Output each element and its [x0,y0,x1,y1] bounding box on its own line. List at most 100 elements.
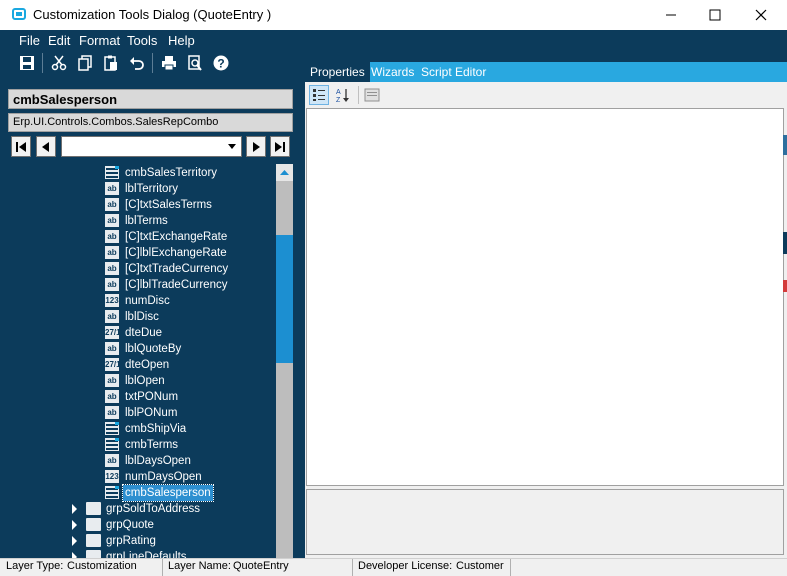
tree-item[interactable]: ab lblPONum [8,405,276,421]
menu-help[interactable]: Help [168,33,195,48]
tree-group-label: grpRating [106,535,156,547]
expand-arrow-icon[interactable] [72,520,77,530]
save-button[interactable] [17,53,37,73]
toolbar-separator [42,53,43,73]
tree-item-label: [C]txtTradeCurrency [125,263,229,275]
status-separator [352,559,353,576]
toolbar-separator [358,86,359,104]
menu-tools[interactable]: Tools [127,33,157,48]
print-icon [162,56,176,71]
tree-item[interactable]: ab lblTerms [8,213,276,229]
numeric-control-icon: 123 [105,470,119,483]
tree-item-label: lblDaysOpen [125,455,191,467]
scroll-thumb[interactable] [276,235,293,363]
undo-button[interactable] [127,53,147,73]
tree-item[interactable]: ab [C]lblExchangeRate [8,245,276,261]
menu-file[interactable]: File [19,33,40,48]
paste-icon [104,55,117,71]
menu-format[interactable]: Format [79,33,120,48]
tree-item[interactable]: cmbTerms [8,437,276,453]
label-control-icon: ab [105,310,119,323]
tree-item[interactable]: ab [C]txtSalesTerms [8,197,276,213]
property-grid[interactable] [306,108,784,486]
numeric-control-icon: 123 [105,294,119,307]
nav-first-button[interactable] [11,136,31,157]
tree-item[interactable]: 123 numDisc [8,293,276,309]
tree-item-label-selected: cmbSalesperson [122,484,214,502]
tree-group[interactable]: grpRating [8,533,276,549]
tree-item-label: dteOpen [125,359,170,371]
tree-item-label: lblOpen [125,375,165,387]
background-window-strip [783,280,787,292]
copy-button[interactable] [75,53,95,73]
nav-last-button[interactable] [270,136,290,157]
cut-button[interactable] [49,53,69,73]
last-icon [275,141,285,152]
tree-item[interactable]: 27/1 dteOpen [8,357,276,373]
tree-item[interactable]: cmbSalesTerritory [8,165,276,181]
nav-next-button[interactable] [246,136,266,157]
property-pages-icon [364,88,380,102]
print-button[interactable] [159,53,179,73]
tree-item[interactable]: ab [C]txtTradeCurrency [8,261,276,277]
combo-control-icon [105,486,119,499]
tab-properties[interactable]: Properties [305,62,370,82]
tree-item[interactable]: ab [C]lblTradeCurrency [8,277,276,293]
expand-arrow-icon[interactable] [72,536,77,546]
control-tree[interactable]: cmbSalesTerritory ab lblTerritory ab [C]txtS… [8,164,276,558]
print-preview-button[interactable] [185,53,205,73]
categorized-button[interactable] [309,85,329,105]
property-description [306,489,784,555]
close-button[interactable] [738,0,784,30]
prev-icon [42,141,49,152]
group-box-icon [86,518,101,531]
help-icon: ? [213,55,229,71]
tab-wizards[interactable]: Wizards [366,62,419,82]
tree-group[interactable]: grpQuote [8,517,276,533]
tree-item[interactable]: cmbSalesperson [8,484,276,502]
combo-control-icon [105,166,119,179]
tree-item[interactable]: ab lblDisc [8,309,276,325]
tree-item[interactable]: ab lblQuoteBy [8,341,276,357]
tree-group[interactable]: grpSoldToAddress [8,501,276,517]
expand-arrow-icon[interactable] [72,504,77,514]
tree-item-label: cmbSalesTerritory [125,167,218,179]
tree-scrollbar[interactable] [276,164,293,558]
tree-item[interactable]: 27/1 dteDue [8,325,276,341]
property-pages-button[interactable] [362,85,382,105]
tree-group[interactable]: grpLineDefaults [8,549,276,558]
label-control-icon: ab [105,454,119,467]
tree-item[interactable]: ab txtPONum [8,389,276,405]
nav-prev-button[interactable] [36,136,56,157]
scroll-up-button[interactable] [276,164,293,181]
property-toolbar: AZ [305,82,783,106]
combo-dropdown-button[interactable] [224,138,240,155]
group-box-icon [86,502,101,515]
alphabetical-button[interactable]: AZ [333,85,353,105]
label-control-icon: ab [105,374,119,387]
tree-item-label: lblQuoteBy [125,343,182,355]
tree-item[interactable]: ab [C]txtExchangeRate [8,229,276,245]
paste-button[interactable] [101,53,121,73]
menu-edit[interactable]: Edit [48,33,70,48]
tree-item[interactable]: ab lblTerritory [8,181,276,197]
control-selector-combo[interactable] [61,136,242,157]
background-window-strip [783,135,787,155]
status-separator [162,559,163,576]
tree-item[interactable]: 123 numDaysOpen [8,469,276,485]
maximize-button[interactable] [692,0,738,30]
tree-item-label: cmbShipVia [125,423,187,435]
tree-item[interactable]: ab lblOpen [8,373,276,389]
copy-icon [78,55,92,71]
minimize-button[interactable] [648,0,694,30]
undo-icon [130,57,144,70]
tree-item[interactable]: ab lblDaysOpen [8,453,276,469]
tree-group-label: grpLineDefaults [106,551,187,558]
tree-item[interactable]: cmbShipVia [8,421,276,437]
chevron-up-icon [280,169,289,175]
label-control-icon: ab [105,246,119,259]
help-button[interactable]: ? [211,53,231,73]
tree-item-label: dteDue [125,327,163,339]
tab-script-editor[interactable]: Script Editor [416,62,491,82]
group-box-icon [86,534,101,547]
